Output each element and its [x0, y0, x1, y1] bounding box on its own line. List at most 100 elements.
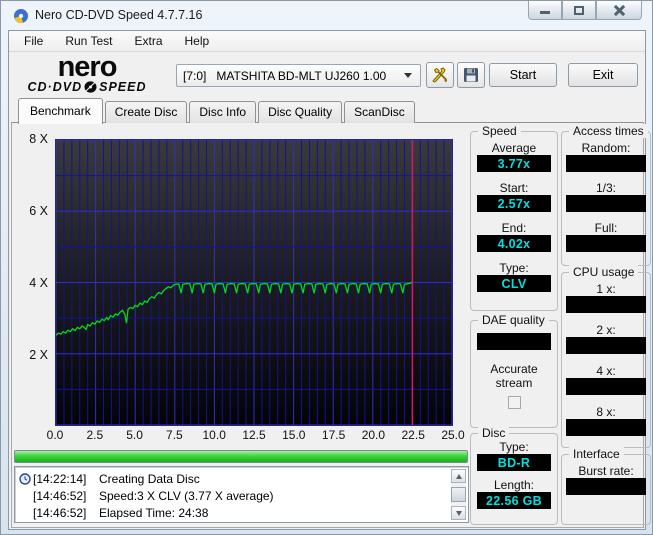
start-button[interactable]: Start: [489, 63, 557, 87]
x-axis-label: 15.0: [282, 428, 306, 442]
arrow-up-icon: [455, 473, 462, 479]
group-speed: Speed Average 3.77x Start: 2.57x End: 4.…: [470, 124, 558, 311]
x-axis-label: 2.5: [86, 428, 104, 442]
log-time: [14:46:52]: [33, 488, 87, 503]
scroll-down-button[interactable]: [451, 506, 466, 520]
field-label: 1/3:: [595, 181, 616, 195]
drive-select[interactable]: [7:0] MATSHITA BD-MLT UJ260 1.00: [176, 64, 421, 87]
group-interface: Interface Burst rate:: [561, 447, 651, 525]
log-time: [14:46:52]: [33, 505, 87, 520]
log-box[interactable]: [14:22:14] Creating Data Disc [14:46:52]…: [14, 466, 469, 523]
menu-run-test[interactable]: Run Test: [54, 32, 123, 50]
tab-strip: Benchmark Create Disc Disc Info Disc Qua…: [18, 98, 417, 124]
y-axis-label: 6 X: [29, 204, 48, 218]
maximize-icon: [574, 5, 584, 15]
minimize-button[interactable]: [528, 1, 562, 20]
progress-bar: [14, 450, 468, 463]
app-window: Nero CD-DVD Speed 4.7.7.16 File Run Test…: [0, 0, 653, 535]
y-axis-label: 4 X: [29, 276, 48, 290]
tab-disc-quality[interactable]: Disc Quality: [258, 101, 343, 123]
log-row: [14:22:14] Creating Data Disc: [19, 470, 466, 487]
log-message: Creating Data Disc: [99, 471, 200, 486]
drive-select-value: [7:0] MATSHITA BD-MLT UJ260 1.00: [183, 68, 387, 83]
value-access-third: [566, 195, 646, 212]
arrow-down-icon: [455, 510, 462, 516]
field-label: Full:: [594, 221, 618, 235]
y-axis-label: 2 X: [29, 348, 48, 362]
window-title: Nero CD-DVD Speed 4.7.7.16: [35, 8, 203, 22]
group-title: Speed: [478, 124, 521, 138]
group-cpu-usage: CPU usage 1 x: 2 x: 4 x: 8 x:: [561, 265, 651, 448]
log-message: Elapsed Time: 24:38: [99, 505, 209, 520]
x-axis-label: 7.5: [166, 428, 183, 442]
value-access-random: [566, 155, 646, 172]
close-icon: [613, 4, 625, 16]
chevron-down-icon: [404, 73, 412, 78]
x-axis-label: 17.5: [321, 428, 346, 442]
log-message: Speed:3 X CLV (3.77 X average): [99, 488, 274, 503]
app-icon: [14, 9, 28, 24]
logo-cddvd-text: CD·DVD: [27, 80, 83, 94]
group-access-times: Access times Random: 1/3: Full:: [561, 124, 651, 266]
x-axis-label: 20.0: [361, 428, 386, 442]
start-button-label: Start: [509, 68, 537, 82]
tools-icon: [432, 66, 447, 82]
group-title: Access times: [569, 124, 648, 138]
tab-benchmark[interactable]: Benchmark: [18, 98, 103, 124]
menu-help[interactable]: Help: [174, 32, 221, 50]
value-cpu-4x: [566, 378, 646, 395]
close-button[interactable]: [596, 1, 642, 20]
group-disc: Disc Type: BD-R Length: 22.56 GB: [470, 426, 558, 525]
group-title: CPU usage: [569, 265, 639, 279]
tab-create-disc[interactable]: Create Disc: [104, 101, 188, 123]
field-label: End:: [501, 221, 527, 235]
titlebar[interactable]: Nero CD-DVD Speed 4.7.7.16: [1, 1, 652, 30]
client-area: File Run Test Extra Help nero CD·DVD SPE…: [8, 30, 651, 530]
value-cpu-1x: [566, 296, 646, 313]
value-cpu-2x: [566, 337, 646, 354]
field-label: Random:: [581, 141, 631, 155]
clock-icon: [19, 472, 31, 485]
log-scrollbar[interactable]: [451, 469, 466, 520]
benchmark-panel: 8 X 6 X 4 X 2 X 0.0 2.5 5.0 7.5 10.0 12.…: [11, 122, 651, 528]
x-axis-label: 12.5: [242, 428, 266, 442]
value-access-full: [566, 235, 646, 252]
scroll-up-button[interactable]: [451, 469, 466, 483]
log-time: [14:22:14]: [33, 471, 87, 486]
menu-file[interactable]: File: [13, 32, 54, 50]
field-label: Average: [491, 141, 537, 155]
field-label: Burst rate:: [578, 464, 634, 478]
options-button[interactable]: [426, 62, 454, 88]
maximize-button[interactable]: [562, 1, 596, 20]
nero-logo-text: nero: [57, 51, 118, 83]
value-average-speed: 3.77x: [477, 155, 551, 172]
menubar: File Run Test Extra Help: [9, 31, 645, 52]
toolbar: nero CD·DVD SPEED [7:0] MATSHITA BD-MLT …: [9, 52, 645, 98]
x-axis-label: 10.0: [202, 428, 226, 442]
disc-icon: [84, 81, 97, 93]
field-label: 1 x:: [596, 282, 616, 296]
y-axis-label: 8 X: [29, 132, 48, 146]
exit-button[interactable]: Exit: [568, 63, 638, 87]
log-row: [14:46:52] Elapsed Time: 24:38: [19, 504, 466, 521]
tab-disc-info[interactable]: Disc Info: [189, 101, 257, 123]
x-axis-label: 5.0: [126, 428, 143, 442]
value-cpu-8x: [566, 419, 646, 436]
value-speed-type: CLV: [477, 275, 551, 292]
value-end-speed: 4.02x: [477, 235, 551, 252]
x-axis: 0.0 2.5 5.0 7.5 10.0 12.5 15.0 17.5 20.0…: [47, 428, 465, 442]
x-axis-label: 25.0: [441, 428, 465, 442]
value-dae-quality: [477, 333, 551, 350]
tab-scandisc[interactable]: ScanDisc: [344, 101, 415, 123]
x-axis-label: 22.5: [401, 428, 425, 442]
field-label: 2 x:: [596, 323, 616, 337]
group-title: Disc: [478, 426, 510, 440]
accurate-stream-checkbox[interactable]: [507, 396, 521, 409]
exit-button-label: Exit: [592, 68, 614, 82]
save-icon: [464, 68, 478, 82]
scrollbar-thumb[interactable]: [451, 487, 466, 502]
save-button[interactable]: [457, 62, 485, 88]
log-row: [14:46:52] Speed:3 X CLV (3.77 X average…: [19, 487, 466, 504]
menu-extra[interactable]: Extra: [123, 32, 173, 50]
group-dae-quality: DAE quality Accurate stream: [470, 313, 558, 428]
